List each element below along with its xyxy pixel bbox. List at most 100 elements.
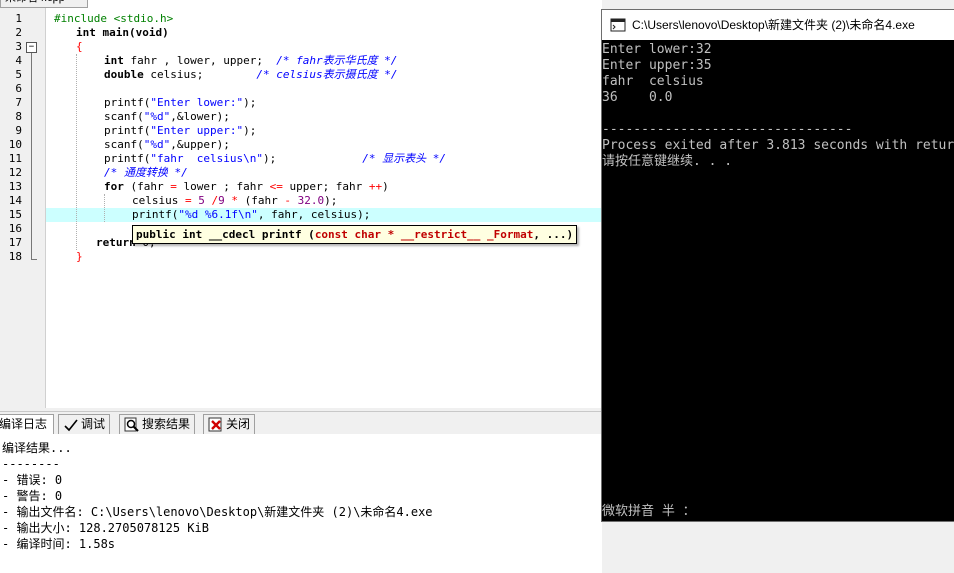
code-token: ,&upper); — [170, 138, 230, 151]
fold-range-end — [31, 259, 37, 260]
code-token: celsius — [132, 194, 185, 207]
code-line[interactable]: int main(void) — [76, 26, 169, 40]
fold-range-line — [31, 53, 32, 260]
line-number: 4 — [15, 54, 22, 67]
code-comment: /* fahr表示华氏度 */ — [276, 54, 398, 67]
code-token: double — [104, 68, 144, 81]
line-number: 9 — [15, 124, 22, 137]
tab-label: 调试 — [81, 417, 106, 431]
console-output-line: 请按任意键继续. . . — [602, 154, 733, 169]
console-output-line: 36 0.0 — [602, 90, 673, 105]
tab-debug[interactable]: 调试 — [58, 414, 111, 435]
line-number: 6 — [15, 82, 22, 95]
line-number: 18 — [8, 250, 22, 263]
indent-guide — [104, 194, 105, 222]
code-line[interactable]: #include <stdio.h> — [54, 12, 173, 26]
code-token: main(void) — [95, 26, 169, 39]
code-line[interactable]: printf("Enter upper:"); — [104, 124, 256, 138]
code-token: printf( — [132, 208, 179, 221]
code-token: , fahr, celsius); — [257, 208, 371, 221]
code-line-current[interactable]: printf("%d %6.1f\n", fahr, celsius); — [132, 208, 370, 222]
code-comment: /* 通度转换 */ — [104, 166, 188, 179]
console-output-line: fahr celsius — [602, 74, 704, 89]
line-number: 14 — [8, 194, 22, 207]
code-operator: * — [231, 194, 238, 207]
log-line: - 输出大小: 128.2705078125 KiB — [2, 521, 209, 535]
ime-status-bar: 微软拼音 半 ： — [602, 504, 696, 519]
code-token: ); — [243, 96, 257, 109]
code-line[interactable]: printf("Enter lower:"); — [104, 96, 256, 110]
fold-toggle-icon[interactable]: − — [26, 42, 37, 53]
code-token: printf( — [104, 152, 151, 165]
code-token: upper; fahr — [282, 180, 369, 193]
code-token: (fahr — [237, 194, 285, 207]
code-token: } — [76, 250, 83, 263]
code-line[interactable]: celsius = 5 /9 * (fahr - 32.0); — [132, 194, 337, 208]
code-line[interactable]: printf("fahr celsius\n"); /* 显示表头 */ — [104, 152, 446, 166]
code-line[interactable]: scanf("%d",&upper); — [104, 138, 230, 152]
line-number: 15 — [8, 208, 22, 221]
code-token: ,&lower); — [170, 110, 230, 123]
code-token: return — [96, 236, 136, 249]
line-number: 12 — [8, 166, 22, 179]
code-line[interactable]: int fahr , lower, upper; /* fahr表示华氏度 */ — [104, 54, 397, 68]
code-line[interactable]: /* 通度转换 */ — [104, 166, 188, 180]
code-string: "fahr celsius\n" — [150, 152, 263, 165]
code-token: printf( — [104, 96, 151, 109]
function-signature-tooltip: public int __cdecl printf (const char * … — [132, 225, 578, 244]
line-number: 11 — [8, 152, 22, 165]
code-token: #include <stdio.h> — [54, 12, 174, 25]
console-window[interactable]: C:\Users\lenovo\Desktop\新建文件夹 (2)\未命名4.e… — [601, 9, 954, 522]
code-string: "Enter lower:" — [150, 96, 244, 109]
close-icon — [208, 417, 222, 432]
line-number: 10 — [8, 138, 22, 151]
tab-label: 搜索结果 — [142, 417, 191, 431]
code-token: lower ; fahr — [176, 180, 270, 193]
console-output-line: -------------------------------- — [602, 122, 853, 137]
code-line[interactable]: double celsius; /* celsius表示摄氏度 */ — [104, 68, 397, 82]
console-output-line: Enter lower:32 — [602, 42, 712, 57]
log-line: - 输出文件名: C:\Users\lenovo\Desktop\新建文件夹 (… — [2, 505, 433, 519]
code-line[interactable]: for (fahr = lower ; fahr <= upper; fahr … — [104, 180, 389, 194]
search-icon — [124, 417, 139, 432]
file-tab[interactable]: 未命名4.cpp — [0, 0, 88, 8]
tab-search-results[interactable]: 搜索结果 — [119, 414, 196, 435]
code-line[interactable]: } — [76, 250, 83, 264]
code-operator: ++ — [368, 180, 383, 193]
code-token: ); — [324, 194, 338, 207]
tab-close[interactable]: 关闭 — [203, 414, 256, 435]
tooltip-text: , ...) — [533, 228, 574, 241]
tab-label: 关闭 — [226, 417, 251, 431]
line-number: 16 — [8, 222, 22, 235]
tooltip-param: const char * __restrict__ _Format — [314, 228, 534, 241]
log-line: -------- — [2, 457, 60, 471]
code-token: printf( — [104, 124, 151, 137]
console-title-bar[interactable]: C:\Users\lenovo\Desktop\新建文件夹 (2)\未命名4.e… — [602, 10, 954, 40]
code-token: ) — [382, 180, 389, 193]
tab-compile-log[interactable]: 编译日志 — [0, 414, 54, 435]
code-token: for — [104, 180, 124, 193]
line-number: 3 — [15, 40, 22, 53]
code-line[interactable]: scanf("%d",&lower); — [104, 110, 230, 124]
console-output-line: Enter upper:35 — [602, 58, 712, 73]
code-token: fahr , lower, upper; — [123, 54, 277, 67]
compile-log-output[interactable]: 编译结果... -------- - 错误: 0 - 警告: 0 - 输出文件名… — [0, 434, 602, 573]
indent-guide — [76, 54, 77, 250]
log-line: 编译结果... — [2, 441, 72, 455]
code-line[interactable]: { — [76, 40, 83, 54]
line-number-gutter: 1 2 3 4 5 6 7 8 9 10 11 12 13 14 15 16 1… — [0, 8, 46, 408]
code-operator: - — [284, 194, 291, 207]
code-token: { — [76, 40, 83, 53]
code-token: celsius; — [143, 68, 257, 81]
code-string: "%d" — [143, 110, 171, 123]
code-editor[interactable]: 1 2 3 4 5 6 7 8 9 10 11 12 13 14 15 16 1… — [0, 0, 602, 408]
line-number: 1 — [15, 12, 22, 25]
code-number: 9 — [218, 194, 225, 207]
line-number: 13 — [8, 180, 22, 193]
bottom-panel-tabs: 编译日志 调试 搜索结果 关闭 — [0, 411, 602, 435]
code-token: scanf( — [104, 138, 144, 151]
code-number: 5 — [198, 194, 205, 207]
code-string: "Enter upper:" — [150, 124, 244, 137]
code-operator: <= — [269, 180, 283, 193]
code-operator: = — [184, 194, 192, 207]
